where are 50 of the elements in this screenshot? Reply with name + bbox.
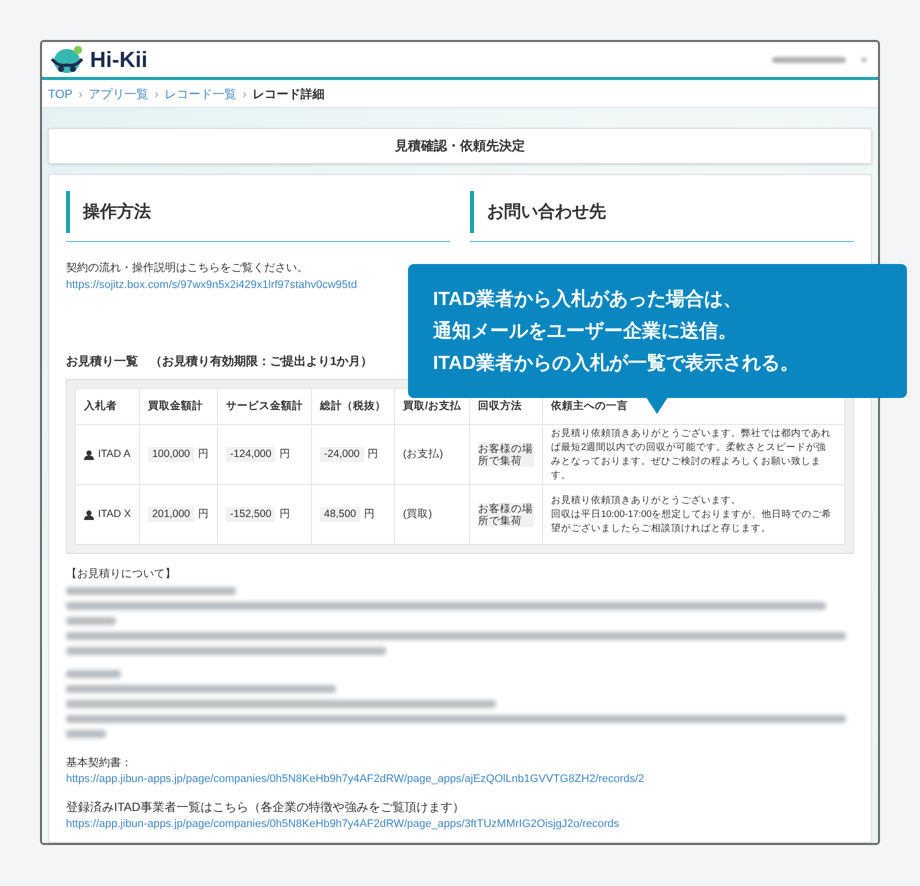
instruction-text: 契約の流れ・操作説明はこちらをご覧ください。 — [66, 260, 309, 276]
callout-text: ITAD業者から入札があった場合は、 — [433, 288, 743, 312]
amount-value: -152,500 — [226, 506, 276, 522]
column-header: 総計（税抜） — [312, 388, 395, 424]
payment-cell: (お支払) — [394, 424, 470, 484]
breadcrumb-separator: › — [154, 86, 158, 102]
callout-text: ITAD業者からの入札が一覧で表示される。 — [433, 352, 800, 376]
page-title-bar: 見積確認・依頼先決定 — [48, 128, 872, 164]
breadcrumb-separator: › — [78, 86, 82, 102]
yen-unit: 円 — [368, 446, 379, 462]
amount-value: 100,000 — [148, 446, 194, 462]
logo-text: Hi-Kii — [90, 46, 148, 74]
yen-unit: 円 — [279, 446, 290, 462]
amount-value: -124,000 — [226, 446, 276, 462]
breadcrumb-link[interactable]: TOP — [48, 84, 72, 102]
collection-method: お客様の場所で集荷 — [478, 442, 534, 466]
yen-unit: 円 — [364, 506, 376, 522]
url-link[interactable]: https://app.jibun-apps.jp/page/companies/0h5N8KeHb9h7y4AF2dRW/page_apps/3ftTUzMMrIG2OisjgJ2o/records — [66, 816, 854, 832]
column-header: 買取金額計 — [140, 388, 218, 424]
person-icon — [84, 510, 94, 520]
breadcrumb-link[interactable]: レコード一覧 — [164, 84, 236, 102]
payment-cell: (買取) — [394, 484, 470, 544]
bidder-name: ITAD A — [98, 446, 130, 462]
message-text: 回収は平日10:00-17:00を想定しておりますが、他日時でのご希望がございましたらご相談頂ければと存じます。 — [550, 508, 833, 536]
breadcrumb-current: レコード詳細 — [252, 86, 324, 102]
yen-unit: 円 — [279, 506, 290, 522]
section-heading: お問い合わせ先 — [470, 191, 854, 233]
url-link[interactable]: https://app.jibun-apps.jp/page/companies/0h5N8KeHb9h7y4AF2dRW/page_apps/ajEzQOlLnb1GVVTG8ZH2/records/2 — [66, 771, 854, 788]
callout-text: 通知メールをユーザー企業に送信。 — [433, 320, 738, 344]
message-text: お見積り依頼頂きありがとうございます。 — [550, 494, 742, 508]
yen-unit: 円 — [198, 506, 210, 522]
section-heading: 操作方法 — [66, 191, 450, 233]
column-header: 入札者 — [76, 388, 140, 424]
yen-unit: 円 — [198, 446, 210, 462]
quote-list-title: お見積り一覧 （お見積り有効期限：ご提出より1か月） — [66, 353, 373, 370]
column-header: サービス金額計 — [218, 388, 312, 424]
breadcrumb-separator: › — [242, 86, 246, 102]
collection-method: お客様の場所で集荷 — [478, 502, 534, 526]
link-label: 基本契約書： — [66, 756, 133, 770]
logo-icon — [48, 44, 86, 74]
person-icon — [84, 450, 94, 460]
bidder-name: ITAD X — [98, 506, 132, 522]
message-text: お見積り依頼頂きありがとうございます。弊社では都内であれば最短2週間以内での回収が可能です。柔軟さとスピードが強みとなっております。ぜひご検討の程よろしくお願い致します。 — [550, 426, 832, 482]
amount-value: 48,500 — [320, 506, 360, 522]
notes-heading: 【お見積りについて】 — [66, 566, 177, 582]
amount-value: 201,000 — [148, 506, 194, 522]
link-label: 登録済みITAD事業者一覧はこちら（各企業の特徴や強みをご覧頂けます） — [66, 798, 466, 816]
breadcrumb-link[interactable]: アプリ一覧 — [88, 84, 148, 102]
amount-value: -24,000 — [320, 446, 364, 462]
manual-link[interactable]: https://sojitz.box.com/s/97wx9n5x2i429x1lrf97stahv0cw95td — [66, 277, 358, 294]
